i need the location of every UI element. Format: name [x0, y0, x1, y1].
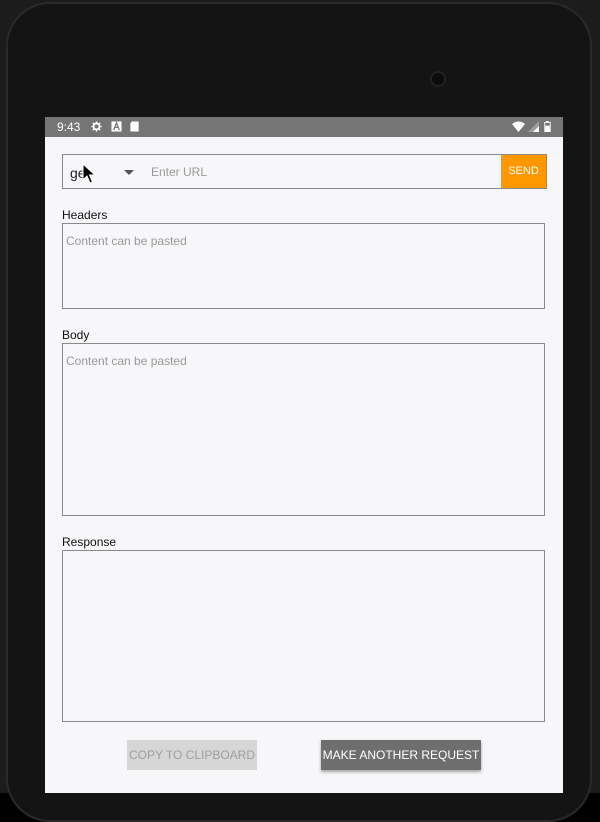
headers-input[interactable]	[63, 224, 544, 308]
send-button[interactable]: SEND	[501, 155, 546, 188]
response-output[interactable]	[63, 551, 544, 721]
status-bar: 9:43	[45, 117, 563, 137]
settings-icon	[91, 121, 102, 132]
headers-box	[62, 223, 545, 309]
signal-icon	[528, 121, 539, 132]
headers-label: Headers	[62, 208, 108, 222]
app-screen: 9:43 ge Enter URL SEND Headers Content c…	[45, 117, 563, 793]
status-time: 9:43	[57, 120, 81, 134]
mouse-pointer-icon	[82, 163, 97, 184]
sd-card-icon	[130, 121, 139, 132]
url-bar: ge SEND	[62, 154, 547, 189]
battery-icon	[544, 121, 551, 132]
method-dropdown[interactable]: ge	[63, 155, 143, 188]
body-input[interactable]	[63, 344, 544, 515]
chevron-down-icon	[124, 170, 134, 175]
response-label: Response	[62, 535, 117, 549]
copy-to-clipboard-button[interactable]: COPY TO CLIPBOARD	[127, 740, 257, 770]
font-a-icon	[111, 121, 122, 132]
make-another-request-button[interactable]: MAKE ANOTHER REQUEST	[321, 740, 481, 770]
body-box	[62, 343, 545, 516]
body-label: Body	[62, 328, 90, 342]
tablet-device-frame: 9:43 ge Enter URL SEND Headers Content c…	[0, 0, 600, 822]
url-input[interactable]	[151, 155, 497, 188]
front-camera	[432, 73, 444, 85]
wifi-icon	[512, 121, 525, 132]
response-box	[62, 550, 545, 722]
